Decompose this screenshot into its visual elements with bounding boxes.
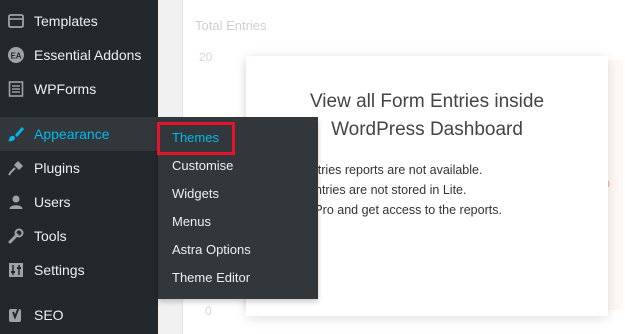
yoast-icon [7, 306, 25, 324]
menu-item-wpforms[interactable]: WPForms [0, 72, 158, 106]
submenu-item-widgets[interactable]: Widgets [172, 186, 219, 201]
menu-label: Appearance [34, 126, 110, 142]
menu-label: WPForms [34, 81, 97, 97]
menu-label: SEO [34, 307, 64, 323]
submenu-item-customise[interactable]: Customise [172, 158, 233, 173]
templates-icon [7, 12, 25, 30]
modal-line: rm entries are not stored in Lite. [290, 183, 467, 197]
menu-label: Plugins [34, 160, 80, 176]
plug-icon [7, 159, 25, 177]
menu-item-plugins[interactable]: Plugins [0, 151, 158, 185]
ea-icon: EA [7, 46, 25, 64]
menu-label: Essential Addons [34, 47, 142, 63]
wrench-icon [7, 227, 25, 245]
wpforms-icon [7, 80, 25, 98]
highlight-box [157, 122, 235, 155]
menu-item-tools[interactable]: Tools [0, 219, 158, 253]
panel-title: Total Entries [195, 18, 267, 33]
y-axis-top: 20 [199, 50, 213, 64]
menu-item-templates[interactable]: Templates [0, 4, 158, 38]
modal-text: m entries reports are not available. rm … [290, 160, 580, 220]
menu-label: Settings [34, 262, 85, 278]
menu-label: Tools [34, 228, 67, 244]
y-axis-bottom: 0 [205, 304, 212, 318]
modal-line: e to Pro and get access to the reports. [290, 203, 502, 217]
submenu-item-astra-options[interactable]: Astra Options [172, 242, 251, 257]
menu-item-essential-addons[interactable]: EA Essential Addons [0, 38, 158, 72]
admin-sidebar: Templates EA Essential Addons WPForms Ap… [0, 0, 158, 334]
menu-item-settings[interactable]: Settings [0, 253, 158, 287]
menu-label: Users [34, 194, 71, 210]
brush-icon [7, 125, 25, 143]
user-icon [7, 193, 25, 211]
submenu-item-menus[interactable]: Menus [172, 214, 211, 229]
settings-icon [7, 261, 25, 279]
menu-item-appearance[interactable]: Appearance [0, 117, 158, 151]
menu-item-users[interactable]: Users [0, 185, 158, 219]
svg-text:EA: EA [10, 52, 21, 61]
submenu-item-theme-editor[interactable]: Theme Editor [172, 270, 250, 285]
modal-line: m entries reports are not available. [290, 163, 483, 177]
menu-label: Templates [34, 13, 98, 29]
menu-item-seo[interactable]: SEO [0, 298, 158, 332]
